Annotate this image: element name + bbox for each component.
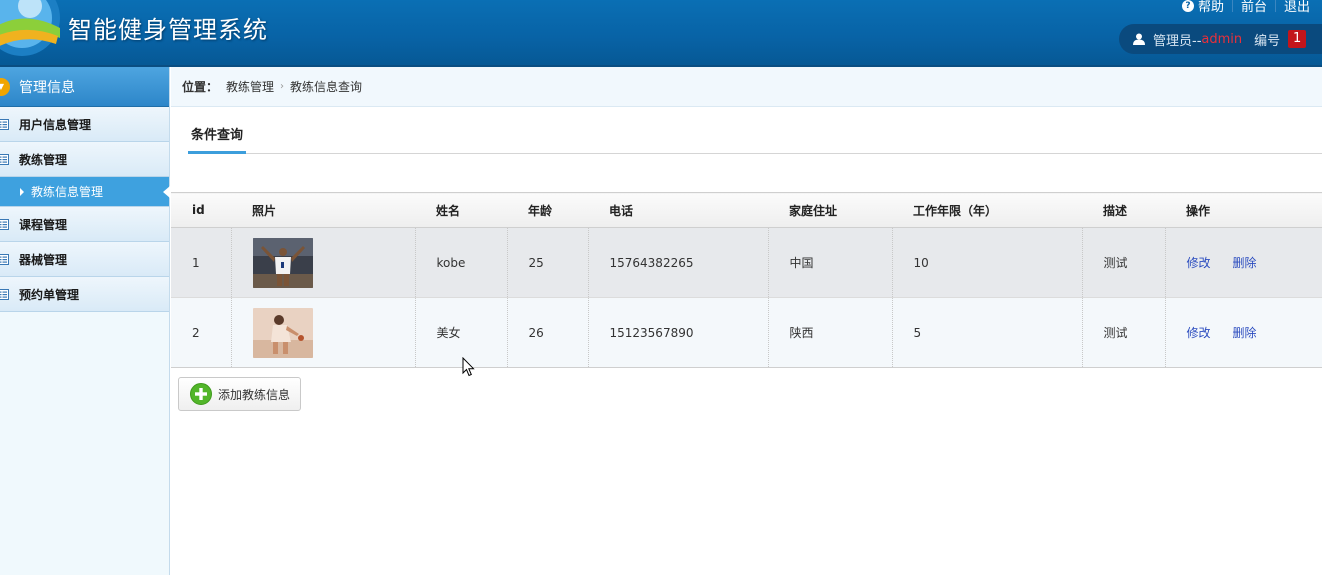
table-row[interactable]: 2 美女 26 15123567890 陕西 5 测试 修改 删除 xyxy=(171,297,1322,368)
list-icon xyxy=(0,218,9,230)
sidebar-item-coach-info[interactable]: 教练信息管理 xyxy=(0,177,170,207)
cell-address: 陕西 xyxy=(767,297,892,368)
cell-address: 中国 xyxy=(767,227,892,298)
column-header[interactable]: 操作 xyxy=(1165,192,1322,228)
cell-photo xyxy=(230,297,415,368)
edit-link[interactable]: 修改 xyxy=(1187,326,1211,340)
breadcrumb-label: 位置： xyxy=(182,80,219,94)
sidebar-item-equipment-management[interactable]: 器械管理 xyxy=(0,242,169,277)
table-header-row: id 照片 姓名 年龄 电话 家庭住址 工作年限（年） 描述 操作 xyxy=(171,192,1322,228)
cell-id: 1 xyxy=(171,227,231,298)
cell-age: 25 xyxy=(506,227,588,298)
user-icon xyxy=(1133,33,1145,45)
column-header[interactable]: 年龄 xyxy=(507,192,588,228)
sidebar: ▼ 管理信息 用户信息管理 教练管理 教练信息管理 课程管理 器械管理 预约单管… xyxy=(0,67,170,575)
edit-link[interactable]: 修改 xyxy=(1187,256,1211,270)
user-info: 管理员-- admin 编号 1 xyxy=(1119,24,1322,54)
column-header[interactable]: 家庭住址 xyxy=(768,192,892,228)
logout-link[interactable]: 退出 xyxy=(1276,0,1318,15)
tab-condition-query[interactable]: 条件查询 xyxy=(188,124,247,154)
logo-globe-icon xyxy=(0,0,60,56)
chevron-down-icon: ▼ xyxy=(0,77,10,96)
top-links: ? 帮助 前台 退出 xyxy=(1174,0,1318,15)
cell-actions: 修改 删除 xyxy=(1164,297,1322,368)
app-header: 智能健身管理系统 ? 帮助 前台 退出 管理员-- admin 编号 1 xyxy=(0,0,1322,67)
coach-photo xyxy=(252,307,313,358)
breadcrumb: 位置： 教练管理 › 教练信息查询 xyxy=(171,67,1322,107)
add-coach-button[interactable]: 添加教练信息 xyxy=(178,377,301,411)
column-header[interactable]: 电话 xyxy=(588,192,768,228)
tab-bar: 条件查询 xyxy=(188,124,1322,154)
sidebar-item-coach-management[interactable]: 教练管理 xyxy=(0,142,169,177)
list-icon xyxy=(0,253,9,265)
list-icon xyxy=(0,118,9,130)
mouse-cursor-icon xyxy=(462,357,475,377)
cell-age: 26 xyxy=(506,297,588,368)
column-header[interactable]: 描述 xyxy=(1082,192,1165,228)
cell-actions: 修改 删除 xyxy=(1164,227,1322,298)
user-name: admin xyxy=(1201,31,1243,47)
cell-phone: 15764382265 xyxy=(587,227,768,298)
column-header[interactable]: id xyxy=(171,192,231,228)
user-role: 管理员-- xyxy=(1153,33,1202,49)
column-header[interactable]: 姓名 xyxy=(415,192,507,228)
column-header[interactable]: 照片 xyxy=(231,192,415,228)
number-label: 编号 xyxy=(1254,33,1281,49)
cell-name: kobe xyxy=(414,227,507,298)
cell-years: 10 xyxy=(891,227,1082,298)
sidebar-header[interactable]: ▼ 管理信息 xyxy=(0,67,169,107)
cell-years: 5 xyxy=(891,297,1082,368)
cell-id: 2 xyxy=(171,297,231,368)
sidebar-item-course-management[interactable]: 课程管理 xyxy=(0,207,169,242)
cell-description: 测试 xyxy=(1081,297,1165,368)
plus-circle-icon xyxy=(190,383,212,405)
cell-phone: 15123567890 xyxy=(587,297,768,368)
delete-link[interactable]: 删除 xyxy=(1233,326,1257,340)
coach-photo xyxy=(252,237,313,288)
sidebar-item-user-management[interactable]: 用户信息管理 xyxy=(0,107,169,142)
chevron-right-icon: › xyxy=(280,81,285,92)
table-row[interactable]: 1 kobe 25 15764382265 中国 10 测试 修改 删除 xyxy=(171,227,1322,298)
help-link[interactable]: ? 帮助 xyxy=(1174,0,1232,15)
coach-table: id 照片 姓名 年龄 电话 家庭住址 工作年限（年） 描述 操作 1 kobe… xyxy=(171,192,1322,368)
list-icon xyxy=(0,153,9,165)
frontend-link[interactable]: 前台 xyxy=(1233,0,1275,15)
list-icon xyxy=(0,288,9,300)
delete-link[interactable]: 删除 xyxy=(1233,256,1257,270)
help-icon: ? xyxy=(1181,0,1194,12)
cell-description: 测试 xyxy=(1081,227,1165,298)
breadcrumb-item-current: 教练信息查询 xyxy=(290,80,363,94)
number-badge: 1 xyxy=(1288,30,1307,48)
sidebar-item-booking-management[interactable]: 预约单管理 xyxy=(0,277,169,312)
cell-name: 美女 xyxy=(414,297,507,368)
cell-photo xyxy=(230,227,415,298)
app-title: 智能健身管理系统 xyxy=(68,16,268,44)
breadcrumb-item[interactable]: 教练管理 xyxy=(226,78,274,95)
caret-right-icon xyxy=(20,187,24,196)
column-header[interactable]: 工作年限（年） xyxy=(892,192,1082,228)
